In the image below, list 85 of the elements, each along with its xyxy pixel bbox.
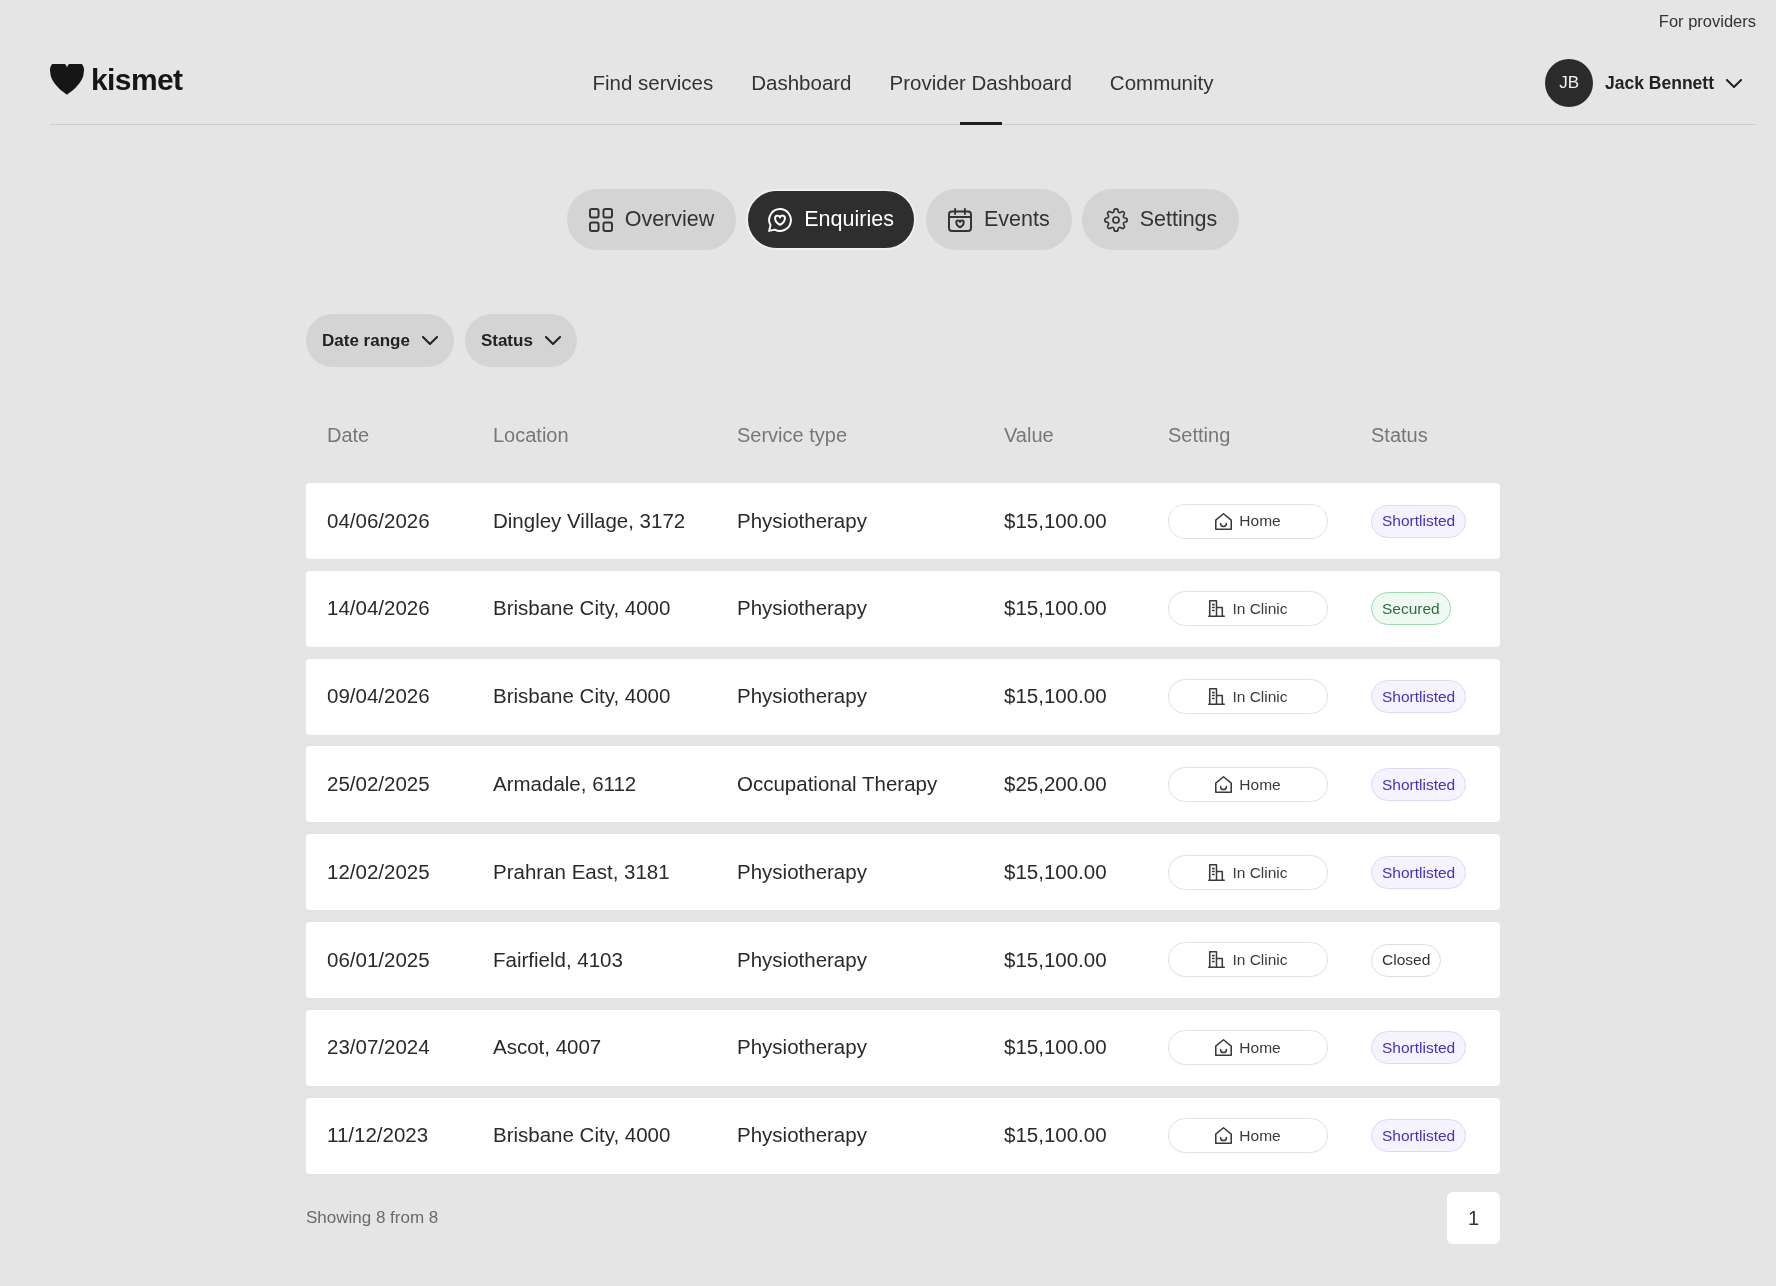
chevron-down-icon bbox=[1726, 78, 1742, 88]
status-badge: Shortlisted bbox=[1371, 504, 1467, 538]
status-badge: Shortlisted bbox=[1371, 1119, 1467, 1153]
nav-link[interactable]: Find services bbox=[592, 42, 714, 124]
house-icon bbox=[1215, 512, 1233, 530]
table-cell-text: $25,200.00 bbox=[1004, 771, 1108, 797]
table-cell-text: Physiotherapy bbox=[737, 507, 868, 534]
logo-link[interactable]: kismet bbox=[50, 64, 183, 95]
status-badge: Closed bbox=[1371, 943, 1442, 977]
results-summary: Showing 8 from 8 bbox=[306, 1206, 439, 1229]
nav-link[interactable]: Provider Dashboard bbox=[889, 42, 1072, 124]
chat-heart-icon bbox=[768, 207, 793, 232]
table-cell-text: $15,100.00 bbox=[1004, 595, 1108, 622]
nav-link[interactable]: Community bbox=[1109, 42, 1214, 124]
setting-label: Home bbox=[1239, 1038, 1281, 1059]
building-icon bbox=[1208, 688, 1226, 706]
table-cell-text: $15,100.00 bbox=[1004, 683, 1108, 710]
setting-label: In Clinic bbox=[1232, 862, 1288, 883]
table-cell-text: $15,100.00 bbox=[1004, 946, 1108, 973]
table-cell-text: 23/07/2024 bbox=[327, 1034, 431, 1061]
tab[interactable]: Events bbox=[925, 189, 1072, 250]
table-cell-text: Occupational Therapy bbox=[737, 771, 939, 797]
table-cell-text: 06/01/2025 bbox=[327, 946, 431, 973]
building-icon bbox=[1208, 600, 1226, 618]
status-badge: Shortlisted bbox=[1371, 1031, 1467, 1065]
setting-label: Home bbox=[1239, 774, 1281, 795]
setting-label: In Clinic bbox=[1232, 950, 1288, 971]
grid-icon bbox=[588, 207, 613, 232]
nav-link[interactable]: Dashboard bbox=[751, 42, 852, 124]
status-badge: Secured bbox=[1371, 592, 1451, 626]
table-cell-text: $15,100.00 bbox=[1004, 507, 1108, 534]
building-icon bbox=[1208, 951, 1226, 969]
house-icon bbox=[1215, 1039, 1233, 1057]
chevron-down-icon bbox=[544, 336, 561, 345]
setting-label: Home bbox=[1239, 1125, 1281, 1146]
user-menu-button[interactable]: JB Jack Bennett bbox=[1545, 59, 1756, 107]
table-cell-text: Fairfield, 4103 bbox=[493, 946, 624, 973]
table-cell-text: Physiotherapy bbox=[737, 1034, 868, 1061]
setting-label: In Clinic bbox=[1232, 599, 1288, 620]
table-cell-text: Armadale, 6112 bbox=[493, 771, 638, 797]
filter-dropdown[interactable]: Date range bbox=[306, 314, 454, 367]
column-header: Value bbox=[1004, 423, 1055, 448]
column-header: Date bbox=[327, 423, 371, 448]
chevron-down-icon bbox=[421, 336, 438, 345]
tab[interactable]: Overview bbox=[566, 189, 737, 250]
table-cell-text: Physiotherapy bbox=[737, 683, 868, 710]
table-cell-text: Physiotherapy bbox=[737, 595, 868, 622]
table-cell-text: $15,100.00 bbox=[1004, 1034, 1108, 1061]
tab[interactable]: Enquiries bbox=[746, 189, 916, 250]
table-cell-text: 09/04/2026 bbox=[327, 683, 431, 710]
column-header: Service type bbox=[737, 423, 849, 448]
tab[interactable]: Settings bbox=[1081, 189, 1240, 250]
table-cell-text: Physiotherapy bbox=[737, 946, 868, 973]
table-cell-text: Prahran East, 3181 bbox=[493, 858, 671, 885]
table-cell-text: Physiotherapy bbox=[737, 1122, 868, 1149]
table-cell-text: $15,100.00 bbox=[1004, 1122, 1108, 1149]
status-badge: Shortlisted bbox=[1371, 855, 1467, 889]
table-cell-text: Brisbane City, 4000 bbox=[493, 595, 672, 622]
status-badge: Shortlisted bbox=[1371, 767, 1467, 801]
column-header: Location bbox=[493, 423, 570, 448]
table-cell-text: 12/02/2025 bbox=[327, 858, 431, 885]
user-avatar: JB bbox=[1545, 59, 1594, 107]
table-cell-text: Ascot, 4007 bbox=[493, 1034, 603, 1061]
status-badge: Shortlisted bbox=[1371, 680, 1467, 714]
for-providers-link[interactable]: For providers bbox=[1658, 8, 1756, 34]
house-icon bbox=[1215, 1127, 1233, 1145]
table-cell-text: 04/06/2026 bbox=[327, 507, 431, 534]
table-cell-text: 25/02/2025 bbox=[327, 771, 431, 797]
table-cell-text: Physiotherapy bbox=[737, 858, 868, 885]
setting-label: Home bbox=[1239, 511, 1281, 532]
page-button[interactable]: 1 bbox=[1447, 1191, 1500, 1244]
filter-dropdown[interactable]: Status bbox=[464, 314, 577, 367]
column-header: Setting bbox=[1168, 423, 1232, 448]
setting-label: In Clinic bbox=[1232, 686, 1288, 707]
building-icon bbox=[1208, 863, 1226, 881]
table-cell-text: Brisbane City, 4000 bbox=[493, 683, 672, 710]
table-cell-text: Brisbane City, 4000 bbox=[493, 1122, 672, 1149]
heart-logo-icon bbox=[50, 64, 84, 95]
table-cell-text: 14/04/2026 bbox=[327, 595, 431, 622]
table-cell-text: $15,100.00 bbox=[1004, 858, 1108, 885]
house-icon bbox=[1215, 775, 1233, 793]
settings-icon bbox=[1103, 207, 1128, 232]
table-cell-text: 11/12/2023 bbox=[327, 1122, 430, 1149]
column-header: Status bbox=[1371, 423, 1429, 448]
table-cell-text: Dingley Village, 3172 bbox=[493, 507, 687, 534]
